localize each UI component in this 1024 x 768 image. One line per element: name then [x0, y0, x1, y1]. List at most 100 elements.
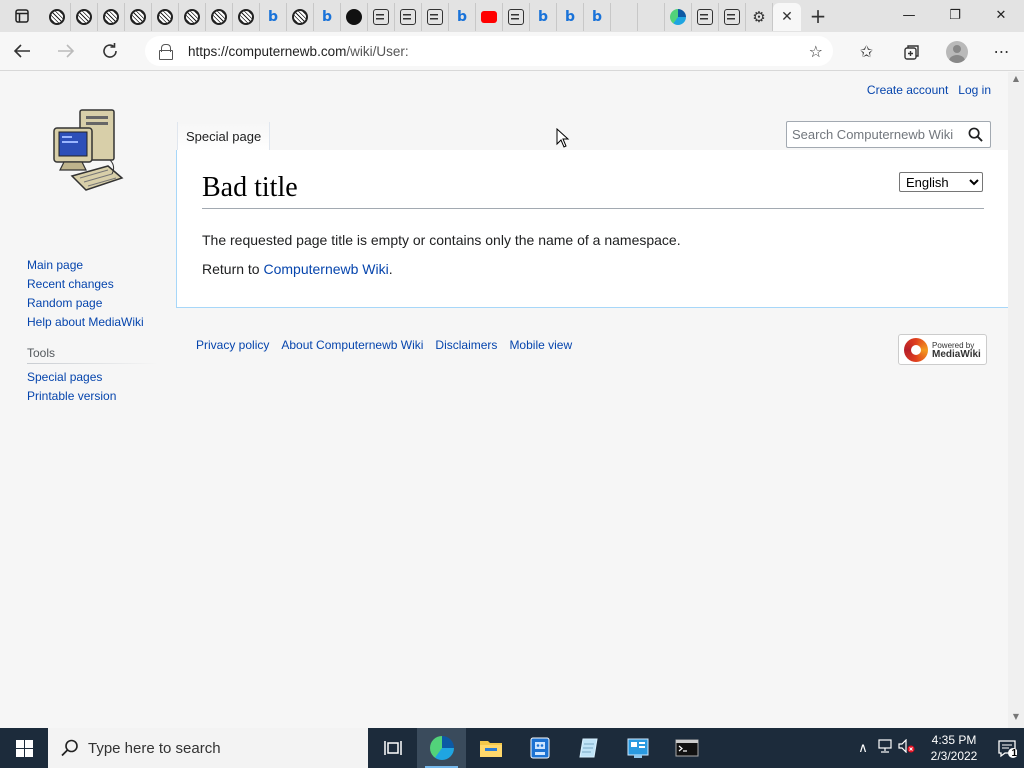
personal-tools: Create account Log in	[867, 83, 991, 97]
tab[interactable]: b	[530, 3, 557, 31]
tab[interactable]	[71, 3, 98, 31]
window-controls: — ❐ ✕	[886, 0, 1024, 32]
tab[interactable]	[125, 3, 152, 31]
sidebar-item-recent-changes[interactable]: Recent changes	[27, 275, 157, 294]
task-view-button[interactable]	[368, 728, 417, 768]
site-logo[interactable]	[50, 108, 126, 194]
tab[interactable]: b	[449, 3, 476, 31]
tab[interactable]: ⚙	[746, 3, 773, 31]
bing-icon: b	[564, 9, 576, 25]
action-center-button[interactable]: 1	[990, 728, 1024, 768]
powered-by-mediawiki-badge[interactable]: Powered by MediaWiki	[898, 334, 987, 365]
settings-gear-icon: ⚙	[752, 7, 766, 26]
ghost-favicon-icon	[49, 9, 65, 25]
network-monitor-icon	[878, 739, 892, 753]
tab-special-page[interactable]: Special page	[177, 122, 271, 151]
page-icon	[508, 9, 524, 25]
taskbar-app-button[interactable]	[515, 728, 564, 768]
footer-about-link[interactable]: About Computernewb Wiki	[281, 338, 423, 352]
tab[interactable]	[692, 3, 719, 31]
tab-actions-button[interactable]	[0, 0, 44, 32]
tab-list: b b b b b b ⚙ ✕	[44, 0, 801, 32]
restore-button[interactable]: ❐	[932, 0, 978, 30]
folder-icon	[479, 741, 502, 757]
more-menu-button[interactable]: ⋯	[979, 34, 1024, 70]
lock-icon[interactable]	[159, 44, 173, 60]
search-icon[interactable]	[968, 127, 983, 142]
back-button[interactable]	[0, 33, 44, 69]
url-text[interactable]: https://computernewb.com/wiki/User:	[188, 44, 409, 59]
network-icon[interactable]	[874, 739, 896, 757]
taskbar-file-explorer-button[interactable]	[466, 728, 515, 768]
sidebar-item-printable-version[interactable]: Printable version	[27, 387, 157, 406]
tab[interactable]	[341, 3, 368, 31]
refresh-button[interactable]	[88, 33, 132, 69]
collections-button[interactable]	[889, 34, 934, 70]
taskbar-edge-button[interactable]	[417, 728, 466, 768]
footer-disclaimers-link[interactable]: Disclaimers	[435, 338, 497, 352]
footer-mobile-view-link[interactable]: Mobile view	[509, 338, 572, 352]
tab[interactable]	[611, 3, 638, 31]
taskbar-terminal-button[interactable]	[662, 728, 711, 768]
tab[interactable]	[395, 3, 422, 31]
terminal-icon	[675, 739, 698, 757]
tab[interactable]	[152, 3, 179, 31]
volume-muted-icon[interactable]	[896, 738, 918, 757]
address-bar[interactable]: https://computernewb.com/wiki/User: ☆	[145, 36, 833, 66]
tab[interactable]	[206, 3, 233, 31]
create-account-link[interactable]: Create account	[867, 83, 948, 97]
tab[interactable]	[665, 3, 692, 31]
language-select[interactable]: English	[899, 172, 983, 192]
minimize-button[interactable]: —	[886, 0, 932, 30]
tab[interactable]	[368, 3, 395, 31]
tab[interactable]	[638, 3, 665, 31]
sidebar-item-main-page[interactable]: Main page	[27, 256, 157, 275]
scroll-down-icon[interactable]: ▼	[1008, 712, 1024, 726]
microsoft-icon	[644, 10, 659, 25]
sidebar-item-special-pages[interactable]: Special pages	[27, 368, 157, 387]
tab[interactable]	[44, 3, 71, 31]
new-tab-button[interactable]: +	[801, 0, 835, 32]
tab[interactable]	[98, 3, 125, 31]
chevron-up-icon[interactable]: ∧	[852, 741, 874, 756]
page-scrollbar[interactable]: ▲ ▼	[1008, 72, 1024, 728]
page-body: The requested page title is empty or con…	[202, 226, 681, 284]
tab[interactable]: b	[260, 3, 287, 31]
wiki-search-box[interactable]	[786, 121, 991, 148]
search-input[interactable]	[792, 127, 962, 142]
forward-button[interactable]	[44, 33, 88, 69]
tab[interactable]: b	[314, 3, 341, 31]
tab[interactable]: b	[557, 3, 584, 31]
active-tab[interactable]: ✕	[773, 3, 801, 31]
close-tab-icon[interactable]: ✕	[781, 9, 793, 25]
tab[interactable]	[719, 3, 746, 31]
youtube-icon	[481, 11, 497, 23]
tab[interactable]	[179, 3, 206, 31]
taskbar-notes-button[interactable]	[564, 728, 613, 768]
collections-icon	[903, 44, 919, 60]
tab[interactable]	[287, 3, 314, 31]
tab[interactable]: b	[584, 3, 611, 31]
add-favorite-icon[interactable]: ☆	[809, 42, 823, 61]
sidebar-item-help[interactable]: Help about MediaWiki	[27, 313, 157, 332]
return-link[interactable]: Computernewb Wiki	[263, 261, 388, 277]
tab[interactable]	[476, 3, 503, 31]
taskbar-search-box[interactable]: Type here to search	[48, 728, 368, 768]
footer-privacy-link[interactable]: Privacy policy	[196, 338, 269, 352]
tab[interactable]	[503, 3, 530, 31]
sidebar-item-random-page[interactable]: Random page	[27, 294, 157, 313]
tab[interactable]	[422, 3, 449, 31]
scroll-up-icon[interactable]: ▲	[1008, 74, 1024, 88]
start-button[interactable]	[0, 728, 48, 768]
close-window-button[interactable]: ✕	[978, 0, 1024, 30]
return-suffix: .	[388, 261, 393, 277]
favorites-star-icon: ✩	[859, 42, 874, 61]
taskbar-control-panel-button[interactable]	[613, 728, 662, 768]
clock[interactable]: 4:35 PM 2/3/2022	[918, 732, 990, 764]
favorites-button[interactable]: ✩	[844, 34, 889, 70]
log-in-link[interactable]: Log in	[958, 83, 991, 97]
system-tray: ∧ 4:35 PM 2/3/2022 1	[852, 728, 1024, 768]
powered-by-line2: MediaWiki	[932, 348, 981, 360]
profile-button[interactable]	[934, 34, 979, 70]
tab[interactable]	[233, 3, 260, 31]
